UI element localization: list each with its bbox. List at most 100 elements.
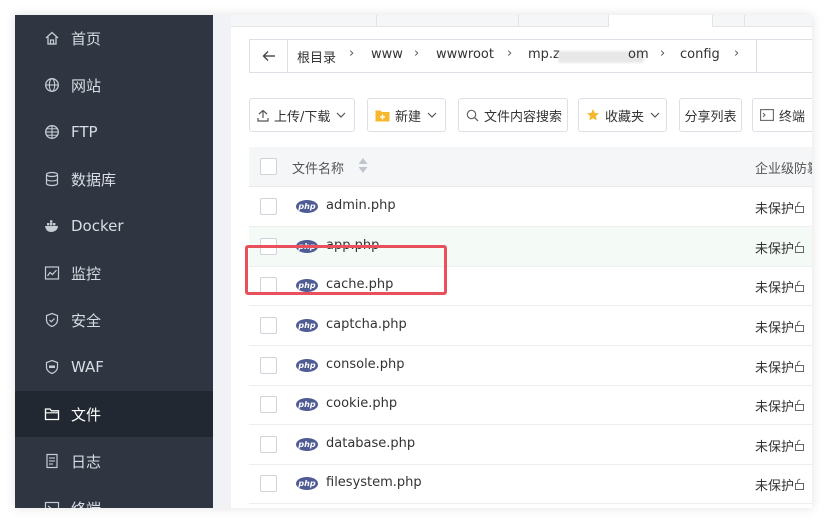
- protection-status-text: 未保护: [755, 361, 795, 376]
- chevron-right-icon: ›: [734, 46, 740, 61]
- table-row[interactable]: php admin.php 未保护: [249, 187, 812, 227]
- shield-icon: [44, 312, 60, 328]
- sidebar-item-logs[interactable]: 日志: [15, 438, 213, 484]
- protection-status[interactable]: 未保护: [755, 317, 806, 336]
- row-checkbox[interactable]: [260, 436, 277, 453]
- highlight-box: [245, 245, 447, 295]
- tab-stub[interactable]: [713, 15, 745, 27]
- chevron-down-icon: [336, 112, 346, 118]
- upload-download-label: 上传/下载: [274, 109, 331, 125]
- protection-status-text: 未保护: [755, 440, 795, 455]
- new-folder-icon: [375, 109, 390, 122]
- breadcrumb-site-prefix[interactable]: mp.z: [528, 47, 560, 62]
- sort-icon[interactable]: [358, 157, 368, 178]
- protection-status[interactable]: 未保护: [755, 475, 806, 494]
- terminal-icon: [44, 500, 60, 508]
- chevron-right-icon: ›: [507, 46, 513, 61]
- php-file-icon: php: [296, 398, 318, 411]
- sidebar-item-home[interactable]: 首页: [15, 15, 213, 61]
- chevron-right-icon: ›: [349, 46, 355, 61]
- tab-stub[interactable]: [249, 15, 377, 27]
- row-checkbox[interactable]: [260, 198, 277, 215]
- table-row[interactable]: php database.php 未保护: [249, 425, 812, 465]
- protection-status[interactable]: 未保护: [755, 396, 806, 415]
- protection-status-text: 未保护: [755, 202, 795, 217]
- new-label: 新建: [395, 109, 422, 125]
- breadcrumb-config[interactable]: config: [680, 47, 720, 62]
- share-list-button[interactable]: 分享列表: [679, 98, 742, 132]
- protection-status-text: 未保护: [755, 281, 795, 296]
- breadcrumb-wwwroot[interactable]: wwwroot: [436, 47, 494, 62]
- sidebar-item-label: WAF: [71, 358, 104, 376]
- chevron-down-icon: [650, 112, 660, 118]
- sidebar-item-label: 首页: [71, 29, 102, 48]
- row-checkbox[interactable]: [260, 357, 277, 374]
- back-button[interactable]: [250, 40, 288, 72]
- new-button[interactable]: 新建: [367, 98, 446, 132]
- unlock-icon: [794, 280, 806, 296]
- sidebar-item-docker[interactable]: Docker: [15, 203, 213, 249]
- terminal-icon: [760, 109, 774, 121]
- row-checkbox[interactable]: [260, 396, 277, 413]
- sidebar-item-website[interactable]: 网站: [15, 62, 213, 108]
- terminal-button[interactable]: 终端: [752, 98, 812, 132]
- protection-status[interactable]: 未保护: [755, 238, 806, 257]
- file-name[interactable]: database.php: [326, 436, 415, 451]
- sidebar: 首页 网站 FTP 数据库 Docker 监控 安全 WAF 文件 日志: [15, 15, 213, 508]
- sidebar-item-waf[interactable]: WAF: [15, 344, 213, 390]
- file-name[interactable]: cookie.php: [326, 396, 397, 411]
- tab-stub[interactable]: [377, 15, 519, 27]
- search-icon: [466, 109, 479, 122]
- unlock-icon: [794, 439, 806, 455]
- table-row[interactable]: php filesystem.php 未保护: [249, 464, 812, 504]
- docker-icon: [44, 218, 60, 234]
- share-list-label: 分享列表: [684, 109, 737, 125]
- table-row[interactable]: php console.php 未保护: [249, 346, 812, 386]
- search-file-content-button[interactable]: 文件内容搜索: [458, 98, 568, 132]
- unlock-icon: [794, 241, 806, 257]
- favorites-button[interactable]: 收藏夹: [578, 98, 667, 132]
- sidebar-item-label: 数据库: [71, 170, 117, 189]
- row-checkbox[interactable]: [260, 475, 277, 492]
- breadcrumb-site-suffix[interactable]: om: [628, 47, 649, 62]
- upload-download-button[interactable]: 上传/下载: [249, 98, 355, 132]
- terminal-label: 终端: [779, 109, 806, 125]
- sidebar-item-monitor[interactable]: 监控: [15, 250, 213, 296]
- sidebar-item-label: 安全: [71, 311, 102, 330]
- protection-status[interactable]: 未保护: [755, 198, 806, 217]
- file-name[interactable]: admin.php: [326, 198, 396, 213]
- sidebar-item-label: 监控: [71, 264, 102, 283]
- php-file-icon: php: [296, 200, 318, 213]
- tab-stub-active[interactable]: [609, 15, 713, 27]
- breadcrumb-www[interactable]: www: [371, 47, 403, 62]
- table-row[interactable]: php cookie.php 未保护: [249, 385, 812, 425]
- protection-status-text: 未保护: [755, 321, 795, 336]
- unlock-icon: [794, 399, 806, 415]
- chevron-right-icon: ›: [414, 46, 420, 61]
- sidebar-item-terminal[interactable]: 终端: [15, 485, 213, 508]
- folder-icon: [44, 406, 60, 422]
- unlock-icon: [794, 201, 806, 217]
- unlock-icon: [794, 478, 806, 494]
- breadcrumb-root[interactable]: 根目录: [297, 47, 336, 66]
- sidebar-item-label: FTP: [71, 123, 98, 141]
- sidebar-item-label: 终端: [71, 498, 101, 509]
- select-all-checkbox[interactable]: [260, 158, 277, 175]
- file-name[interactable]: captcha.php: [326, 317, 407, 332]
- monitor-chart-icon: [44, 265, 60, 281]
- tab-strip: [231, 15, 812, 27]
- file-name[interactable]: console.php: [326, 357, 405, 372]
- sidebar-item-files[interactable]: 文件: [15, 391, 213, 437]
- protection-status[interactable]: 未保护: [755, 436, 806, 455]
- row-checkbox[interactable]: [260, 317, 277, 334]
- sidebar-item-database[interactable]: 数据库: [15, 156, 213, 202]
- sidebar-item-ftp[interactable]: FTP: [15, 109, 213, 155]
- file-name[interactable]: filesystem.php: [326, 475, 422, 490]
- tab-stub[interactable]: [519, 15, 609, 27]
- protection-status[interactable]: 未保护: [755, 277, 806, 296]
- chevron-down-icon: [427, 112, 437, 118]
- column-header-filename[interactable]: 文件名称: [292, 158, 344, 177]
- protection-status[interactable]: 未保护: [755, 357, 806, 376]
- sidebar-item-security[interactable]: 安全: [15, 297, 213, 343]
- table-row[interactable]: php captcha.php 未保护: [249, 306, 812, 346]
